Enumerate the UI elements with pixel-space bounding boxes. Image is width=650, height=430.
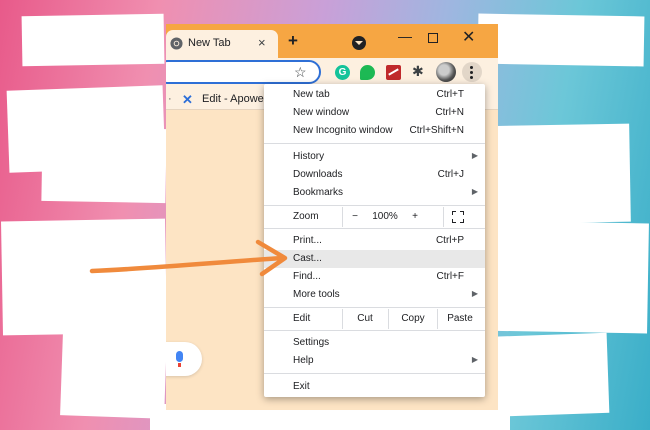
address-bar[interactable]: ☆: [166, 60, 321, 84]
menu-item-new-incognito-window[interactable]: New Incognito window Ctrl+Shift+N: [264, 122, 485, 140]
apowersoft-icon: ✕: [182, 92, 193, 107]
menu-item-label: Cast...: [293, 253, 322, 264]
microphone-icon[interactable]: [176, 351, 183, 367]
menu-item-label: New window: [293, 107, 350, 118]
tab-title: New Tab: [188, 37, 231, 49]
menu-item-label: Print...: [293, 235, 322, 246]
profile-avatar[interactable]: [436, 62, 456, 82]
menu-item-shortcut: Ctrl+J: [437, 169, 464, 180]
paper-strip: [477, 123, 631, 225]
copy-button[interactable]: Copy: [389, 313, 437, 324]
bookmarks-separator: ·: [168, 93, 172, 105]
search-box[interactable]: [166, 342, 202, 376]
menu-item-find[interactable]: Find... Ctrl+F: [264, 268, 485, 286]
close-window-button[interactable]: ✕: [462, 27, 475, 47]
chrome-icon: [170, 37, 183, 50]
kebab-menu-icon[interactable]: [462, 62, 482, 82]
paper-strip: [477, 220, 649, 334]
menu-item-label: New tab: [293, 89, 330, 100]
tab-search-icon[interactable]: [352, 36, 366, 50]
submenu-arrow-icon: ▶: [471, 289, 478, 298]
menu-divider: [264, 143, 485, 144]
menu-item-label: New Incognito window: [293, 125, 393, 136]
submenu-arrow-icon: ▶: [471, 355, 478, 364]
tab-new-tab[interactable]: New Tab ×: [166, 30, 278, 58]
menu-item-label: More tools: [293, 289, 340, 300]
submenu-arrow-icon: ▶: [471, 151, 478, 160]
edit-label: Edit: [293, 313, 311, 324]
zoom-level: 100%: [372, 211, 398, 222]
maximize-button[interactable]: [428, 33, 438, 43]
menu-item-label: Help: [293, 355, 314, 366]
chart-extension-icon[interactable]: [386, 65, 401, 80]
new-tab-button[interactable]: +: [288, 31, 298, 51]
menu-item-new-window[interactable]: New window Ctrl+N: [264, 104, 485, 122]
extensions-puzzle-icon[interactable]: ✱: [412, 63, 424, 80]
close-tab-icon[interactable]: ×: [258, 35, 266, 50]
zoom-in-button[interactable]: +: [406, 211, 424, 222]
menu-item-history[interactable]: History ▶: [264, 148, 485, 166]
menu-item-cast[interactable]: Cast...: [264, 250, 485, 268]
menu-item-bookmarks[interactable]: Bookmarks ▶: [264, 184, 485, 202]
zoom-row: Zoom − 100% +: [264, 207, 485, 227]
browser-window: New Tab × + — ✕ ☆ G ✱ · ✕ Edit - Apower …: [166, 24, 498, 410]
paper-strip: [21, 13, 165, 67]
menu-divider: [264, 373, 485, 374]
menu-item-shortcut: Ctrl+T: [436, 89, 465, 100]
menu-item-label: Bookmarks: [293, 187, 344, 198]
menu-item-shortcut: Ctrl+Shift+N: [409, 125, 464, 136]
fullscreen-icon[interactable]: [452, 211, 464, 223]
menu-item-more-tools[interactable]: More tools ▶: [264, 286, 485, 304]
cut-button[interactable]: Cut: [343, 313, 387, 324]
submenu-arrow-icon: ▶: [471, 187, 478, 196]
menu-divider: [264, 228, 485, 229]
menu-item-shortcut: Ctrl+N: [435, 107, 464, 118]
title-bar: New Tab × + — ✕: [166, 24, 498, 58]
paper-strip: [41, 126, 167, 204]
paste-button[interactable]: Paste: [438, 313, 482, 324]
zoom-divider: [443, 207, 444, 227]
menu-item-downloads[interactable]: Downloads Ctrl+J: [264, 166, 485, 184]
minimize-button[interactable]: —: [398, 28, 412, 44]
menu-item-new-tab[interactable]: New tab Ctrl+T: [264, 86, 485, 104]
menu-item-label: Settings: [293, 337, 330, 348]
menu-item-label: Downloads: [293, 169, 343, 180]
menu-item-exit[interactable]: Exit: [264, 378, 485, 396]
menu-item-label: Exit: [293, 381, 310, 392]
bookmark-item[interactable]: Edit - Apower: [202, 93, 267, 105]
edit-row: Edit Cut Copy Paste: [264, 309, 485, 329]
menu-divider: [264, 307, 485, 308]
chat-extension-icon[interactable]: [360, 65, 375, 80]
zoom-label: Zoom: [293, 211, 319, 222]
grammarly-extension-icon[interactable]: G: [335, 65, 350, 80]
menu-divider: [264, 205, 485, 206]
chrome-menu: New tab Ctrl+T New window Ctrl+N New Inc…: [264, 84, 485, 397]
menu-item-shortcut: Ctrl+P: [435, 235, 464, 246]
menu-item-shortcut: Ctrl+F: [436, 271, 465, 282]
menu-item-label: Find...: [293, 271, 321, 282]
zoom-out-button[interactable]: −: [346, 211, 364, 222]
paper-strip: [60, 303, 168, 419]
menu-item-print[interactable]: Print... Ctrl+P: [264, 232, 485, 250]
menu-item-help[interactable]: Help ▶: [264, 352, 485, 370]
menu-item-label: History: [293, 151, 325, 162]
menu-item-settings[interactable]: Settings: [264, 334, 485, 352]
paper-strip: [477, 13, 645, 67]
menu-divider: [264, 330, 485, 331]
bookmark-star-icon[interactable]: ☆: [294, 64, 307, 81]
